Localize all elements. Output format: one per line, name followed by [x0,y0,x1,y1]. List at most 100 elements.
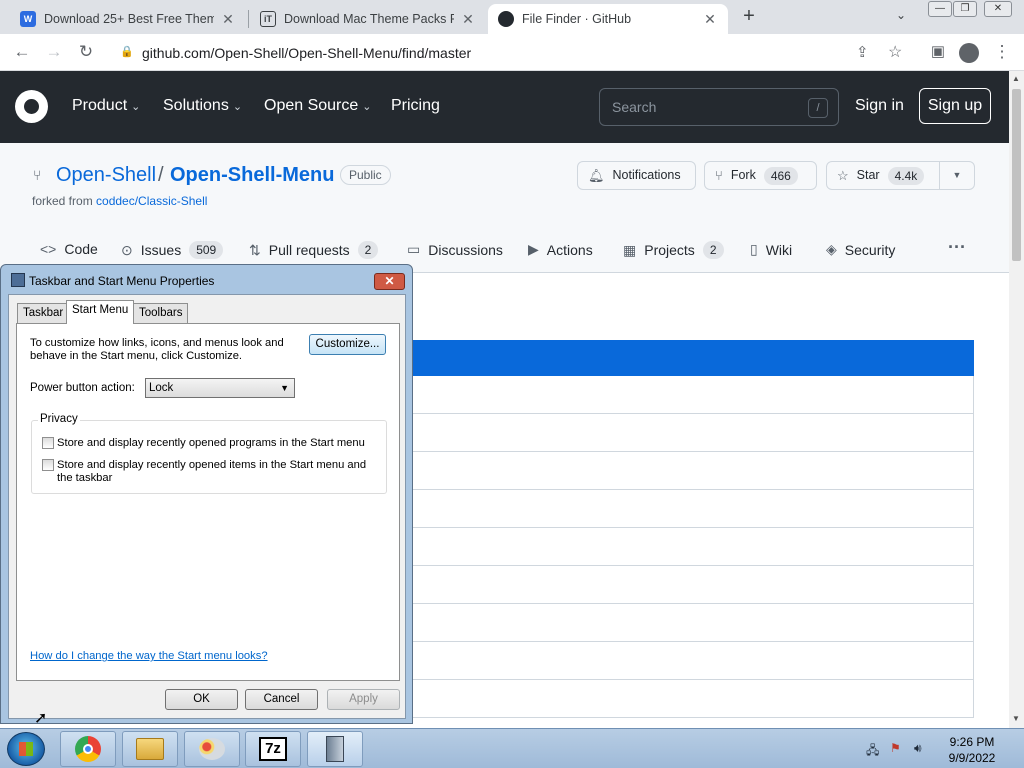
recent-programs-label[interactable]: Store and display recently opened progra… [57,437,377,450]
selected-file-row[interactable] [412,340,974,376]
start-menu-help-link[interactable]: How do I change the way the Start menu l… [30,650,268,662]
start-menu-intro-text: To customize how links, icons, and menus… [30,337,284,362]
recent-items-checkbox[interactable] [42,459,54,471]
recent-programs-checkbox[interactable] [42,437,54,449]
repo-name-link[interactable]: Open-Shell-Menu [170,164,334,187]
tray-clock[interactable]: 9:26 PM 9/9/2022 [940,734,1004,766]
nav-label: Product [72,97,128,114]
side-panel-icon[interactable]: ▣ [926,41,950,63]
browser-tab-3[interactable]: File Finder · GitHub ✕ [488,4,728,34]
tab-issues[interactable]: ⊙ Issues 509 [121,241,224,259]
power-button-select[interactable]: Lock ▼ [145,378,295,398]
sign-in-link[interactable]: Sign in [855,97,904,115]
file-row[interactable] [412,642,974,680]
paint-icon[interactable] [184,731,240,767]
close-tab-icon[interactable]: ✕ [702,11,718,28]
close-tab-icon[interactable]: ✕ [220,11,236,28]
tab-toolbars[interactable]: Toolbars [133,303,189,323]
start-button[interactable] [7,732,45,766]
tab-search-icon[interactable]: ⌄ [896,8,906,22]
code-icon: <> [40,241,57,257]
tab-security[interactable]: ◈ Security [826,241,895,258]
share-icon[interactable]: ⇪ [856,43,869,61]
minimize-icon[interactable]: — [928,1,952,17]
file-row[interactable] [412,680,974,718]
url-text[interactable]: github.com/Open-Shell/Open-Shell-Menu/fi… [142,45,471,61]
tab-projects[interactable]: ▦ Projects 2 [623,241,724,259]
recent-items-label[interactable]: Store and display recently opened items … [57,459,382,485]
repo-forked-icon: ⑂ [33,167,42,183]
forward-icon[interactable]: → [42,41,66,63]
nav-pricing[interactable]: Pricing [391,97,440,115]
volume-icon[interactable]: 🔊︎ [914,741,922,756]
7zip-icon[interactable]: 7z [245,731,301,767]
tab-pull-requests[interactable]: ⇅ Pull requests 2 [249,241,379,259]
close-window-icon[interactable]: ✕ [984,1,1012,17]
action-center-warning-icon[interactable]: ⚑ [890,741,901,755]
bookmark-star-icon[interactable]: ☆ [888,42,902,62]
browser-menu-icon[interactable]: ⋮ [990,41,1014,63]
scrollbar-thumb[interactable] [1012,89,1021,261]
file-row[interactable] [412,452,974,490]
privacy-legend: Privacy [38,413,80,425]
close-tab-icon[interactable]: ✕ [460,11,476,28]
star-button[interactable]: ☆ Star 4.4k [826,161,940,190]
cancel-button[interactable]: Cancel [245,689,318,710]
customize-button[interactable]: Customize... [309,334,386,355]
clock-date: 9/9/2022 [948,751,996,765]
forked-from-line: forked from coddec/Classic-Shell [32,194,207,208]
file-row[interactable] [412,414,974,452]
file-row[interactable] [412,376,974,414]
discussions-icon: ▭ [407,241,421,257]
sign-up-button[interactable]: Sign up [919,88,991,124]
browser-tab-1[interactable]: W Download 25+ Best Free Themes ✕ [10,4,246,34]
file-row[interactable] [412,566,974,604]
scroll-up-icon[interactable]: ▲ [1012,74,1020,83]
dialog-close-button[interactable]: ✕ [374,273,405,290]
search-placeholder: Search [612,99,657,115]
t-icon: iT [260,11,276,27]
tab-code[interactable]: <> Code [40,241,98,257]
address-bar[interactable]: 🔒 github.com/Open-Shell/Open-Shell-Menu/… [108,38,918,67]
nav-solutions[interactable]: Solutions ⌄ [163,97,242,115]
chrome-icon[interactable] [60,731,116,767]
ok-button[interactable]: OK [165,689,238,710]
nav-product[interactable]: Product ⌄ [72,97,140,115]
page-scrollbar[interactable]: ▲ ▼ [1009,71,1024,728]
tab-start-menu[interactable]: Start Menu [66,300,135,324]
restore-icon[interactable]: ❐ [953,1,977,17]
forked-source-link[interactable]: coddec/Classic-Shell [96,194,207,208]
fork-button[interactable]: ⑂ Fork 466 [704,161,817,190]
new-tab-button[interactable]: + [738,6,760,28]
github-search-input[interactable]: Search / [599,88,839,126]
nav-open-source[interactable]: Open Source ⌄ [264,97,372,115]
profile-avatar-icon[interactable] [957,41,981,63]
github-logo-icon[interactable] [15,90,48,123]
tab-count: 2 [357,241,379,259]
taskbar-properties-icon[interactable] [307,731,363,767]
scroll-down-icon[interactable]: ▼ [1012,714,1020,723]
more-tabs-icon[interactable]: ··· [948,237,966,258]
dialog-title: Taskbar and Start Menu Properties [29,274,215,288]
tab-actions[interactable]: ▶ Actions [528,241,593,258]
tab-count: 509 [189,241,224,259]
power-button-label: Power button action: [30,382,135,394]
7zip-label: 7z [259,737,287,761]
tab-wiki[interactable]: ▯ Wiki [750,241,792,258]
tab-label: Issues [140,242,182,258]
star-dropdown-button[interactable]: ▼ [939,161,975,190]
file-row[interactable] [412,604,974,642]
browser-tab-2[interactable]: iT Download Mac Theme Packs For ✕ [250,4,486,34]
network-icon[interactable]: 🖧 [866,741,879,762]
explorer-icon[interactable] [122,731,178,767]
tab-taskbar[interactable]: Taskbar [17,303,70,323]
tab-discussions[interactable]: ▭ Discussions [407,241,503,258]
file-row[interactable] [412,528,974,566]
back-icon[interactable]: ← [10,41,34,63]
browser-tab-strip: W Download 25+ Best Free Themes ✕ iT Dow… [0,0,1024,34]
repo-owner-link[interactable]: Open-Shell [56,164,156,187]
file-row[interactable] [412,490,974,528]
reload-icon[interactable]: ↻ [74,41,98,63]
notifications-button[interactable]: 🔔︎ Notifications [577,161,696,190]
apply-button[interactable]: Apply [327,689,400,710]
